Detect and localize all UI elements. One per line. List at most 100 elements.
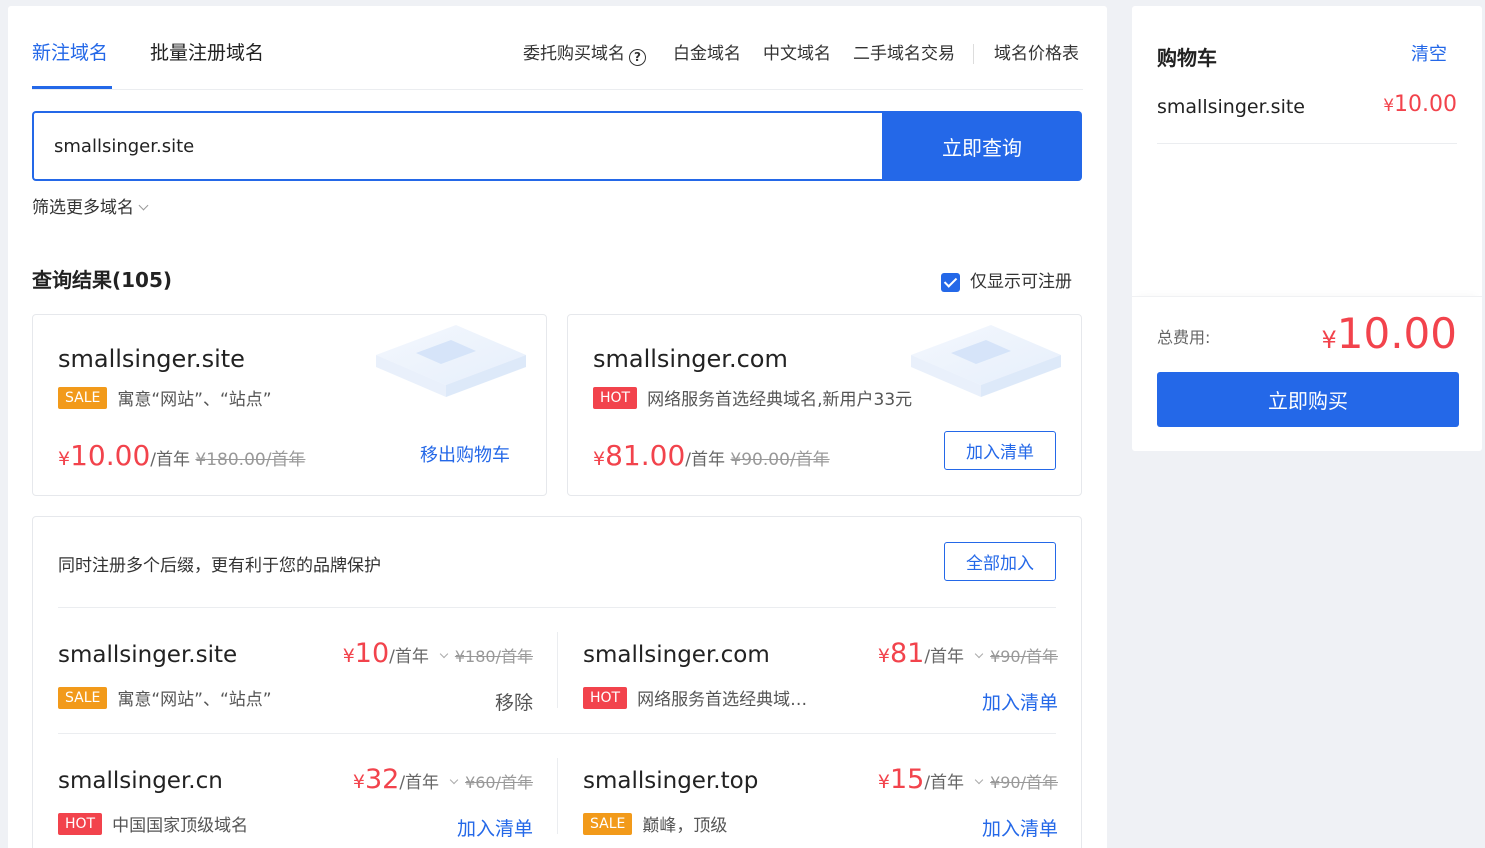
list-item: smallsinger.site ¥10/首年 ¥180/首年 SALE 寓意“网…	[58, 632, 533, 732]
domain-description: 巅峰，顶级	[642, 816, 728, 836]
original-price: ¥60/首年	[465, 773, 533, 792]
link-price-list[interactable]: 域名价格表	[994, 42, 1079, 66]
filter-label: 筛选更多域名	[32, 198, 134, 218]
cart-title: 购物车	[1157, 46, 1217, 70]
chevron-down-icon[interactable]	[974, 649, 984, 659]
add-to-list-link[interactable]: 加入清单	[457, 814, 533, 841]
help-icon[interactable]: ?	[629, 49, 646, 66]
currency-symbol: ¥	[877, 771, 890, 793]
divider	[973, 44, 974, 64]
price-value: 32	[364, 764, 400, 795]
total-label: 总费用:	[1157, 328, 1211, 347]
domain-card: smallsinger.com HOT 网络服务首选经典域名,新用户33元 ¥8…	[567, 314, 1082, 496]
domain-card: smallsinger.site SALE 寓意“网站”、“站点” ¥10.00…	[32, 314, 547, 496]
price-unit: /首年	[399, 773, 440, 793]
link-secondhand-trade[interactable]: 二手域名交易	[853, 42, 955, 66]
link-chinese-domain[interactable]: 中文域名	[763, 42, 831, 66]
price-value: 10.00	[70, 439, 151, 472]
server-illustration-icon	[911, 325, 1061, 397]
only-available-label: 仅显示可注册	[970, 272, 1072, 292]
clear-cart-link[interactable]: 清空	[1411, 40, 1447, 66]
original-price: ¥90/首年	[990, 647, 1058, 666]
sale-badge: SALE	[583, 812, 633, 835]
list-item: smallsinger.cn ¥32/首年 ¥60/首年 HOT 中国国家顶级域名…	[58, 758, 533, 848]
total-price: ¥10.00	[1321, 309, 1457, 358]
price-unit: /首年	[685, 450, 725, 470]
search-button[interactable]: 立即查询	[882, 111, 1082, 181]
price-value: 81	[889, 638, 925, 669]
server-illustration-icon	[376, 325, 526, 397]
add-all-button[interactable]: 全部加入	[944, 542, 1056, 581]
cart-item-price: ¥10.00	[1383, 92, 1457, 117]
currency-symbol: ¥	[593, 448, 606, 470]
add-to-list-button[interactable]: 加入清单	[944, 431, 1056, 470]
domain-name: smallsinger.com	[593, 345, 788, 373]
list-item: smallsinger.top ¥15/首年 ¥90/首年 SALE 巅峰，顶级 …	[583, 758, 1058, 848]
divider	[58, 607, 1056, 608]
price-block: ¥81/首年 ¥90/首年	[878, 638, 1058, 669]
buy-now-button[interactable]: 立即购买	[1157, 372, 1459, 427]
search-input[interactable]	[54, 113, 854, 179]
cart-item-price-value: 10.00	[1394, 92, 1457, 117]
add-to-list-link[interactable]: 加入清单	[982, 814, 1058, 841]
multi-suffix-panel: 同时注册多个后缀，更有利于您的品牌保护 全部加入 smallsinger.sit…	[32, 516, 1082, 848]
filter-more-toggle[interactable]: 筛选更多域名	[32, 196, 149, 220]
list-item: smallsinger.com ¥81/首年 ¥90/首年 HOT 网络服务首选经…	[583, 632, 1058, 732]
chevron-down-icon[interactable]	[439, 649, 449, 659]
price-value: 81.00	[605, 439, 686, 472]
currency-symbol: ¥	[1321, 326, 1337, 354]
search-box	[32, 111, 883, 181]
divider	[58, 733, 1056, 734]
sale-badge: SALE	[58, 686, 108, 709]
divider	[557, 632, 558, 708]
price-block: ¥10/首年 ¥180/首年	[343, 638, 533, 669]
price-block: ¥81.00/首年 ¥90.00/首年	[593, 439, 830, 472]
multi-suffix-title: 同时注册多个后缀，更有利于您的品牌保护	[58, 556, 381, 576]
divider	[32, 89, 1083, 90]
main-panel: 新注域名 批量注册域名 委托购买域名? 白金域名 中文域名 二手域名交易 域名价…	[8, 6, 1107, 848]
price-unit: /首年	[924, 773, 965, 793]
currency-symbol: ¥	[352, 771, 365, 793]
only-available-filter[interactable]: 仅显示可注册	[941, 270, 1072, 294]
add-to-list-link[interactable]: 加入清单	[982, 688, 1058, 715]
link-entrust-purchase[interactable]: 委托购买域名?	[523, 42, 646, 66]
tab-batch-register[interactable]: 批量注册域名	[150, 40, 264, 66]
hot-badge: HOT	[593, 386, 638, 409]
price-unit: /首年	[150, 450, 190, 470]
tab-new-domain[interactable]: 新注域名	[32, 40, 108, 66]
remove-link[interactable]: 移除	[495, 688, 533, 715]
domain-name: smallsinger.site	[58, 642, 238, 668]
domain-name: smallsinger.com	[583, 642, 770, 668]
sale-badge: SALE	[58, 386, 108, 409]
domain-name: smallsinger.top	[583, 768, 759, 794]
currency-symbol: ¥	[1383, 96, 1395, 116]
only-available-checkbox[interactable]	[941, 272, 960, 292]
currency-symbol: ¥	[877, 645, 890, 667]
cart-footer: 总费用: ¥10.00 立即购买	[1132, 296, 1482, 451]
chevron-down-icon[interactable]	[449, 775, 459, 785]
remove-from-cart-link[interactable]: 移出购物车	[420, 441, 510, 467]
price-block: ¥32/首年 ¥60/首年	[353, 764, 533, 795]
divider	[1157, 143, 1457, 144]
link-entrust-label: 委托购买域名	[523, 44, 625, 64]
price-value: 10	[354, 638, 390, 669]
price-unit: /首年	[389, 647, 429, 667]
original-price: ¥90/首年	[990, 773, 1058, 792]
price-value: 15	[889, 764, 925, 795]
domain-description: 寓意“网站”、“站点”	[117, 690, 272, 710]
hot-badge: HOT	[58, 812, 103, 835]
original-price: ¥180/首年	[454, 647, 533, 666]
link-platinum-domain[interactable]: 白金域名	[673, 42, 741, 66]
price-unit: /首年	[924, 647, 965, 667]
domain-description: 中国国家顶级域名	[112, 816, 249, 836]
divider	[557, 758, 558, 834]
chevron-down-icon[interactable]	[974, 775, 984, 785]
domain-name: smallsinger.cn	[58, 768, 223, 794]
hot-badge: HOT	[583, 686, 628, 709]
domain-description: 网络服务首选经典域名,新用户33元	[637, 690, 817, 710]
price-block: ¥15/首年 ¥90/首年	[878, 764, 1058, 795]
currency-symbol: ¥	[342, 645, 355, 667]
results-title: 查询结果(105)	[32, 268, 173, 292]
original-price: ¥180.00/首年	[195, 450, 306, 470]
original-price: ¥90.00/首年	[730, 450, 830, 470]
